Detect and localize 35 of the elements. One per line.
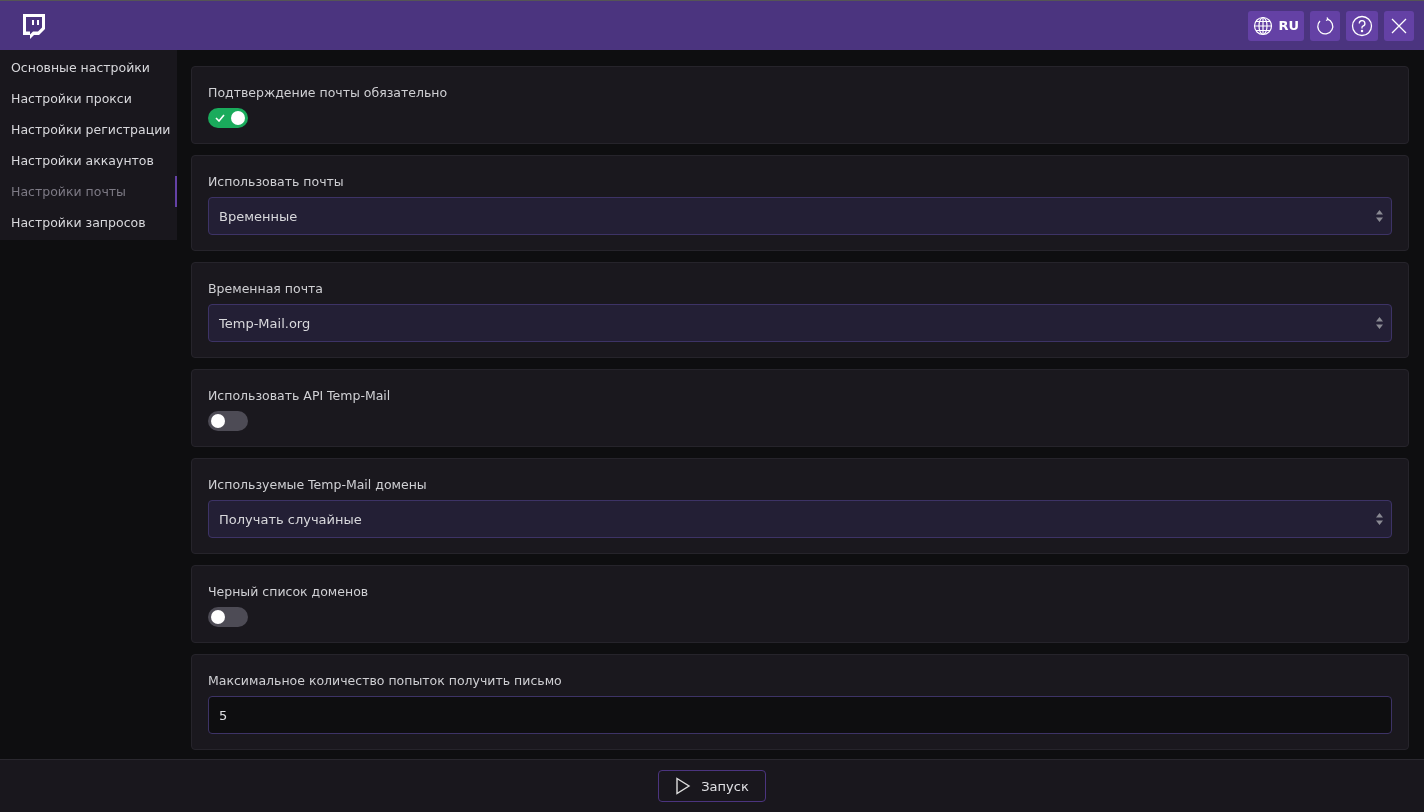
language-button[interactable]: RU [1248,10,1304,41]
toggle-switch[interactable] [208,607,248,627]
dropdown[interactable]: Временные [208,197,1392,235]
sidebar-item[interactable]: Настройки аккаунтов [0,145,177,176]
chat-bubble-logo-icon [20,11,48,40]
dropdown[interactable]: Получать случайные [208,500,1392,538]
sort-arrows-icon [1376,210,1383,222]
sidebar-item[interactable]: Настройки почты [0,176,177,207]
toggle-switch[interactable] [208,108,248,128]
sidebar-item[interactable]: Настройки запросов [0,207,177,238]
sort-arrows-icon [1376,317,1383,329]
setting-label: Черный список доменов [208,584,369,599]
sidebar-item[interactable]: Настройки прокси [0,83,177,114]
help-button[interactable] [1346,10,1378,41]
sidebar-item[interactable]: Основные настройки [0,52,177,83]
setting-label: Используемые Temp-Mail домены [208,477,427,492]
sidebar-item[interactable]: Настройки регистрации [0,114,177,145]
setting-label: Использовать API Temp-Mail [208,388,391,403]
setting-label: Использовать почты [208,174,344,189]
globe-icon [1253,15,1274,36]
number-field[interactable]: 5 [208,696,1392,734]
setting-label: Подтверждение почты обязательно [208,85,448,100]
close-button[interactable] [1384,10,1414,41]
dropdown[interactable]: Temp-Mail.org [208,304,1392,342]
play-icon [675,777,692,795]
help-icon [1351,14,1373,37]
check-icon [215,114,225,122]
refresh-icon [1315,15,1335,36]
toggle-switch[interactable] [208,411,248,431]
setting-label: Временная почта [208,281,323,296]
setting-label: Максимальное количество попыток получить письмо [208,673,562,688]
start-button[interactable]: Запуск [658,770,766,802]
sort-arrows-icon [1376,513,1383,525]
refresh-button[interactable] [1310,10,1340,41]
close-icon [1390,16,1408,35]
